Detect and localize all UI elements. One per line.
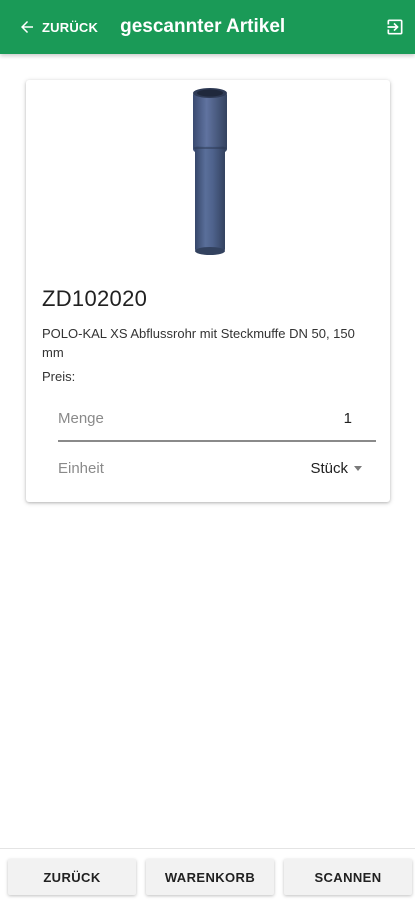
product-card: ZD102020 POLO-KAL XS Abflussrohr mit Ste… [26, 80, 390, 502]
header-back-label: ZURÜCK [42, 19, 99, 35]
page-title: gescannter Artikel [120, 16, 286, 37]
article-number: ZD102020 [42, 286, 148, 311]
unit-label: Einheit [58, 459, 104, 477]
bottom-action-bar: ZURÜCK WARENKORB SCANNEN [0, 848, 415, 900]
arrow-left-icon [21, 21, 33, 33]
quantity-field[interactable]: Menge 1 [58, 396, 376, 442]
pipe-image [193, 88, 227, 255]
chevron-down-icon [354, 465, 362, 471]
app-bar: ZURÜCK gescannter Artikel [0, 0, 415, 54]
quantity-label: Menge [58, 409, 104, 427]
scan-button[interactable]: SCANNEN [284, 859, 412, 895]
unit-select[interactable]: Einheit Stück [58, 450, 376, 486]
logout-button[interactable] [385, 17, 405, 37]
article-description: POLO-KAL XS Abflussrohr mit Steckmuffe D… [42, 326, 355, 360]
back-button[interactable]: ZURÜCK [8, 859, 136, 895]
unit-dropdown[interactable]: Stück [310, 460, 362, 477]
quantity-value[interactable]: 1 [344, 410, 352, 427]
price-label: Preis: [42, 369, 76, 384]
header-back-button[interactable]: ZURÜCK [18, 7, 98, 47]
logout-icon [387, 19, 403, 35]
cart-button[interactable]: WARENKORB [146, 859, 274, 895]
unit-value: Stück [310, 459, 348, 477]
